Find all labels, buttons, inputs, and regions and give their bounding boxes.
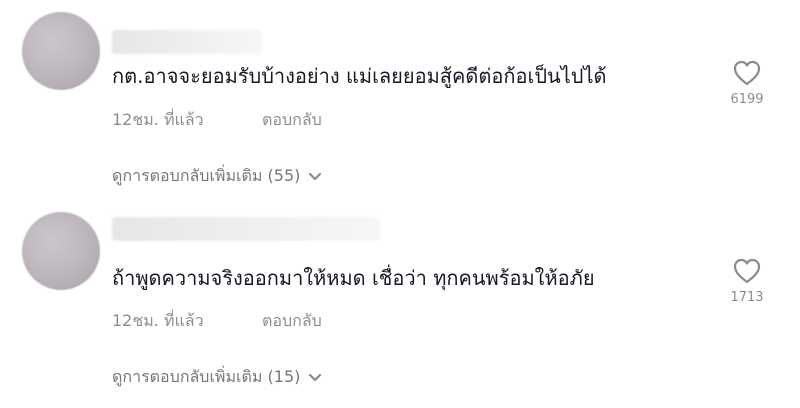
comment-meta: 12ชม. ที่แล้ว ตอบกลับ [112, 109, 322, 131]
avatar[interactable] [22, 212, 100, 290]
comment-time: 12ชม. ที่แล้ว [112, 110, 204, 129]
view-more-replies-label: ดูการตอบกลับเพิ่มเติม (55) [112, 166, 301, 185]
like-button[interactable]: 6199 [720, 60, 774, 108]
username-blurred[interactable] [112, 30, 262, 54]
view-more-replies-label: ดูการตอบกลับเพิ่มเติม (15) [112, 367, 301, 386]
like-count: 6199 [730, 92, 764, 107]
like-button[interactable]: 1713 [720, 258, 774, 306]
like-count: 1713 [730, 290, 764, 305]
comment-item: กต.อาจจะยอมรับบ้างอย่าง แม่เลยยอมสู้คดีต… [0, 0, 800, 200]
comment-time: 12ชม. ที่แล้ว [112, 311, 204, 330]
chevron-down-icon [309, 172, 322, 180]
comment-item: ถ้าพูดความจริงออกมาให้หมด เชื่อว่า ทุกคน… [0, 200, 800, 400]
view-more-replies-button[interactable]: ดูการตอบกลับเพิ่มเติม (15) [112, 366, 322, 388]
reply-button[interactable]: ตอบกลับ [262, 110, 322, 129]
comment-text: ถ้าพูดความจริงออกมาให้หมด เชื่อว่า ทุกคน… [112, 266, 595, 290]
view-more-replies-button[interactable]: ดูการตอบกลับเพิ่มเติม (55) [112, 165, 322, 187]
heart-outline-icon [733, 60, 761, 86]
username-blurred[interactable] [112, 217, 380, 241]
comment-meta: 12ชม. ที่แล้ว ตอบกลับ [112, 310, 322, 332]
avatar[interactable] [22, 12, 100, 90]
chevron-down-icon [309, 373, 322, 381]
heart-outline-icon [733, 258, 761, 284]
reply-button[interactable]: ตอบกลับ [262, 311, 322, 330]
comment-text: กต.อาจจะยอมรับบ้างอย่าง แม่เลยยอมสู้คดีต… [112, 64, 607, 88]
